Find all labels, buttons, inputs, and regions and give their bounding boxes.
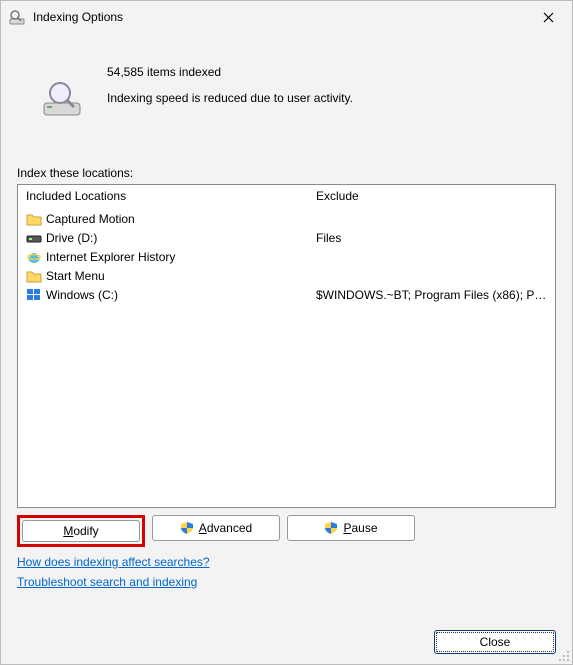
location-label: Internet Explorer History [46, 250, 316, 264]
window-close-button[interactable] [528, 3, 568, 31]
index-speed-label: Indexing speed is reduced due to user ac… [107, 91, 556, 105]
window-title: Indexing Options [33, 10, 528, 24]
close-button[interactable]: Close [434, 630, 556, 654]
exclude-label: Files [316, 231, 547, 245]
table-row[interactable]: Internet Explorer History [26, 247, 547, 266]
folder-icon [26, 268, 42, 284]
column-exclude: Exclude [316, 189, 547, 203]
locations-listbox[interactable]: Included Locations Exclude Captured Moti… [17, 184, 556, 508]
indexing-options-dialog: Indexing Options 54,585 items inde [0, 0, 573, 665]
windows-icon [26, 287, 42, 303]
titlebar: Indexing Options [1, 1, 572, 33]
close-icon [543, 12, 554, 23]
troubleshoot-link[interactable]: Troubleshoot search and indexing [17, 575, 556, 589]
table-row[interactable]: Captured Motion [26, 209, 547, 228]
items-indexed-label: 54,585 items indexed [107, 65, 556, 79]
resize-grip[interactable] [558, 650, 570, 662]
ie-icon [26, 249, 42, 265]
column-included: Included Locations [26, 189, 316, 203]
folder-icon [26, 211, 42, 227]
how-indexing-link[interactable]: How does indexing affect searches? [17, 555, 556, 569]
pause-button[interactable]: Pause [287, 515, 415, 541]
table-row[interactable]: Drive (D:)Files [26, 228, 547, 247]
exclude-label: $WINDOWS.~BT; Program Files (x86); Pr... [316, 288, 547, 302]
magnifier-drive-icon [9, 9, 25, 25]
drive-icon [26, 230, 42, 246]
location-label: Windows (C:) [46, 288, 316, 302]
list-header: Included Locations Exclude [18, 185, 555, 209]
table-row[interactable]: Windows (C:)$WINDOWS.~BT; Program Files … [26, 285, 547, 304]
shield-icon [180, 521, 194, 535]
modify-button[interactable]: Modify [22, 520, 140, 542]
index-status-icon [42, 79, 82, 119]
advanced-button[interactable]: Advanced [152, 515, 280, 541]
location-label: Captured Motion [46, 212, 316, 226]
location-label: Start Menu [46, 269, 316, 283]
index-locations-label: Index these locations: [17, 166, 556, 180]
modify-highlight: Modify [17, 515, 145, 547]
table-row[interactable]: Start Menu [26, 266, 547, 285]
location-label: Drive (D:) [46, 231, 316, 245]
shield-icon [324, 521, 338, 535]
